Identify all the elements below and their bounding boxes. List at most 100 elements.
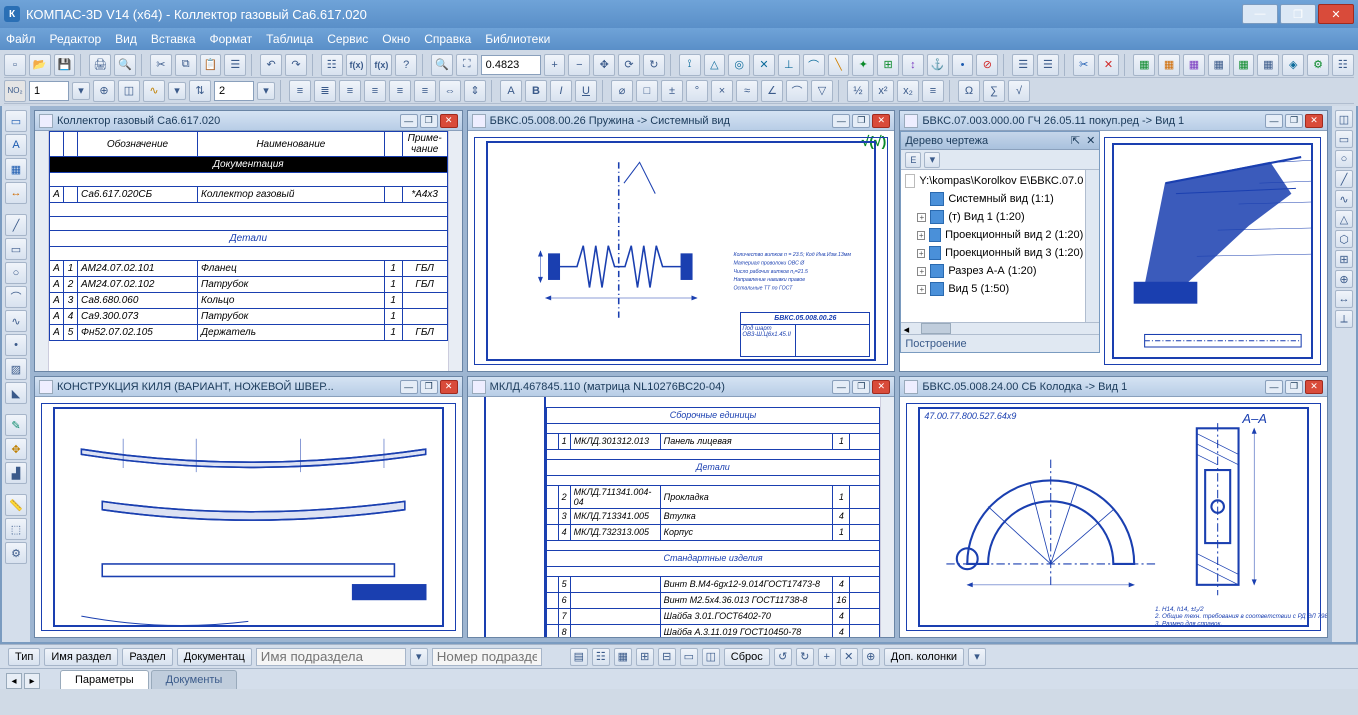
grid-icon[interactable]: ◫ — [118, 80, 140, 102]
r2-icon[interactable]: ▭ — [1335, 130, 1353, 148]
close-button[interactable]: ✕ — [1318, 4, 1354, 24]
preview-icon[interactable]: 🔍 — [114, 54, 136, 76]
menu-insert[interactable]: Вставка — [151, 32, 196, 46]
mdi-min-3[interactable]: — — [1265, 114, 1283, 128]
mdi-min-6[interactable]: — — [1265, 380, 1283, 394]
bb-i3-icon[interactable]: ▦ — [614, 648, 632, 666]
dd2-icon[interactable]: ▾ — [168, 82, 186, 100]
snap-align-icon[interactable]: ↕ — [902, 54, 924, 76]
fx-icon[interactable]: f(x) — [346, 54, 368, 76]
reset-button[interactable]: Сброс — [724, 648, 770, 666]
save-icon[interactable]: 💾 — [54, 54, 76, 76]
props-icon[interactable]: ☰ — [224, 54, 246, 76]
open-icon[interactable]: 📂 — [29, 54, 51, 76]
menu-format[interactable]: Формат — [210, 32, 253, 46]
tab-documents[interactable]: Документы — [151, 670, 238, 689]
section-view[interactable]: 47.00.77.800.527.64х9 А–А — [900, 397, 1327, 637]
break-icon[interactable]: ✕ — [1098, 54, 1120, 76]
select-icon[interactable]: ⬚ — [5, 518, 27, 540]
align-l-icon[interactable]: ≡ — [289, 80, 311, 102]
undo-icon[interactable]: ↶ — [260, 54, 282, 76]
layer-icon[interactable]: ☰ — [1012, 54, 1034, 76]
param-icon[interactable]: ⚙ — [5, 542, 27, 564]
menu-libraries[interactable]: Библиотеки — [485, 32, 550, 46]
mdi-title-3[interactable]: БВКС.07.003.000.00 ГЧ 26.05.11 покуп.ред… — [900, 111, 1327, 131]
keel-view[interactable] — [35, 397, 462, 637]
zoom-fit-icon[interactable]: ⛶ — [456, 54, 478, 76]
mdi-close-4[interactable]: ✕ — [440, 380, 458, 394]
tree-tb2-icon[interactable]: ▾ — [924, 152, 940, 168]
lib8-icon[interactable]: ⚙ — [1307, 54, 1329, 76]
expand-icon[interactable]: + — [917, 231, 925, 240]
tabs-next-icon[interactable]: ▸ — [24, 673, 40, 689]
align-c-icon[interactable]: ≣ — [314, 80, 336, 102]
inc-input[interactable] — [214, 81, 254, 101]
bb-i2-icon[interactable]: ☷ — [592, 648, 610, 666]
sym4-icon[interactable]: ° — [686, 80, 708, 102]
lib6-icon[interactable]: ▦ — [1257, 54, 1279, 76]
bold-icon[interactable]: B — [525, 80, 547, 102]
bb-doc[interactable]: Документац — [177, 648, 252, 666]
minimize-button[interactable]: — — [1242, 4, 1278, 24]
view-icon[interactable]: ☰ — [1037, 54, 1059, 76]
inc-icon[interactable]: ⇅ — [189, 80, 211, 102]
mdi-title-2[interactable]: БВКС.05.008.00.26 Пружина -> Системный в… — [468, 111, 895, 131]
pan-icon[interactable]: ✥ — [593, 54, 615, 76]
align-m-icon[interactable]: ≡ — [389, 80, 411, 102]
hatch-icon[interactable]: ▨ — [5, 358, 27, 380]
expand-icon[interactable]: + — [917, 249, 925, 258]
no2-icon[interactable]: NO₂ — [4, 80, 26, 102]
menu-help[interactable]: Справка — [424, 32, 471, 46]
tree-root[interactable]: Y:\kompas\Korolkov E\БВКС.07.0 — [903, 172, 1083, 190]
mdi-max-3[interactable]: ❐ — [1285, 114, 1303, 128]
r5-icon[interactable]: ∿ — [1335, 190, 1353, 208]
bb-i10-icon[interactable]: + — [818, 648, 836, 666]
chamfer-icon[interactable]: ◣ — [5, 382, 27, 404]
spec3-icon[interactable]: √ — [1008, 80, 1030, 102]
sup-icon[interactable]: x² — [872, 80, 894, 102]
tree-body[interactable]: Y:\kompas\Korolkov E\БВКС.07.0 Системный… — [901, 170, 1085, 322]
extra-cols-button[interactable]: Доп. колонки — [884, 648, 964, 666]
bb-i1-icon[interactable]: ▤ — [570, 648, 588, 666]
dist-h-icon[interactable]: ⇔ — [439, 80, 461, 102]
spec2-icon[interactable]: ∑ — [983, 80, 1005, 102]
circle-icon[interactable]: ○ — [5, 262, 27, 284]
mdi-max-1[interactable]: ❐ — [420, 114, 438, 128]
zoom-out-icon[interactable]: − — [568, 54, 590, 76]
manager-icon[interactable]: ☷ — [321, 54, 343, 76]
lib2-icon[interactable]: ▦ — [1158, 54, 1180, 76]
align-b-icon[interactable]: ≡ — [414, 80, 436, 102]
line-icon[interactable]: ╱ — [5, 214, 27, 236]
menu-window[interactable]: Окно — [382, 32, 410, 46]
bb-sectionname[interactable]: Имя раздел — [44, 648, 118, 666]
snap-perp-icon[interactable]: ⊥ — [778, 54, 800, 76]
tree-item[interactable]: +Проекционный вид 3 (1:20) — [903, 244, 1083, 262]
redo-icon[interactable]: ↷ — [285, 54, 307, 76]
rotate-icon[interactable]: ⟳ — [618, 54, 640, 76]
sym2-icon[interactable]: □ — [636, 80, 658, 102]
constr-icon[interactable]: ∿ — [143, 80, 165, 102]
lib3-icon[interactable]: ▦ — [1183, 54, 1205, 76]
r6-icon[interactable]: △ — [1335, 210, 1353, 228]
cut-tool-icon[interactable]: ✂ — [1073, 54, 1095, 76]
crane-view[interactable]: Дерево чертежа ⇱ ✕ E ▾ Y:\kompas\K — [900, 131, 1327, 371]
frac-icon[interactable]: ½ — [847, 80, 869, 102]
sym5-icon[interactable]: × — [711, 80, 733, 102]
dd-sub-icon[interactable]: ▾ — [410, 648, 428, 666]
bb-i7-icon[interactable]: ◫ — [702, 648, 720, 666]
mdi-close-1[interactable]: ✕ — [440, 114, 458, 128]
mdi-close-6[interactable]: ✕ — [1305, 380, 1323, 394]
snap-pt-icon[interactable]: • — [952, 54, 974, 76]
r3-icon[interactable]: ○ — [1335, 150, 1353, 168]
point-icon[interactable]: • — [5, 334, 27, 356]
under-icon[interactable]: U — [575, 80, 597, 102]
sym3-icon[interactable]: ± — [661, 80, 683, 102]
arc-icon[interactable]: ⌒ — [5, 286, 27, 308]
no2-input[interactable] — [29, 81, 69, 101]
tabs-prev-icon[interactable]: ◂ — [6, 673, 22, 689]
mdi-max-6[interactable]: ❐ — [1285, 380, 1303, 394]
tree-item[interactable]: +Разрез А-А (1:20) — [903, 262, 1083, 280]
bb-section[interactable]: Раздел — [122, 648, 172, 666]
table-icon[interactable]: ▦ — [5, 158, 27, 180]
help-icon[interactable]: ? — [395, 54, 417, 76]
